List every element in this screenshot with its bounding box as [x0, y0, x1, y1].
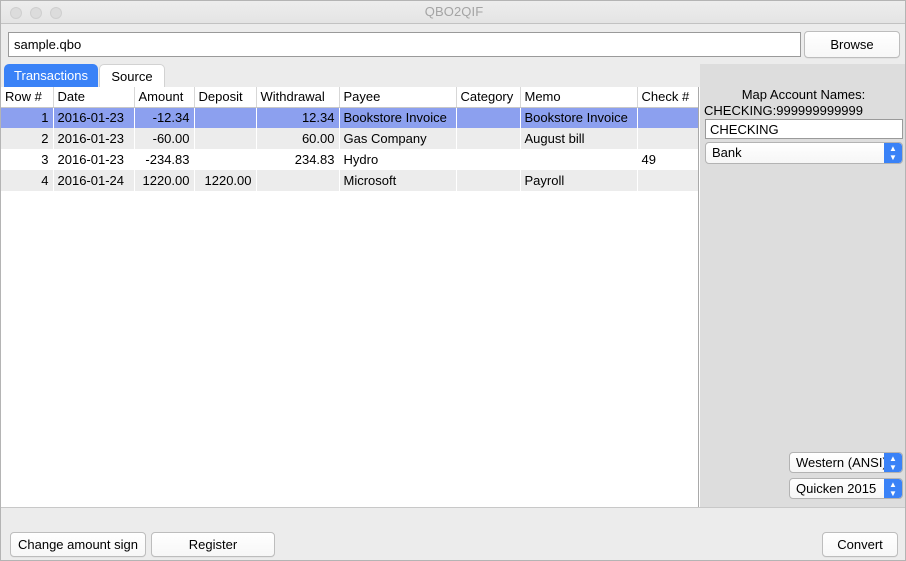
deposit-cell[interactable]: 1220.00 [194, 170, 256, 191]
payee-cell[interactable]: Gas Company [339, 128, 456, 149]
memo-cell[interactable] [520, 149, 637, 170]
tab-strip: Transactions Source [1, 64, 701, 87]
memo-cell[interactable]: Payroll [520, 170, 637, 191]
row-number-cell[interactable]: 1 [1, 107, 53, 128]
account-type-select[interactable]: Bank ▲▼ [705, 142, 903, 164]
table-row[interactable]: 12016-01-23-12.3412.34Bookstore InvoiceB… [1, 107, 698, 128]
amount-cell[interactable]: -234.83 [134, 149, 194, 170]
row-number-cell[interactable]: 2 [1, 128, 53, 149]
column-header-row-number[interactable]: Row # [1, 87, 53, 107]
map-account-name-input[interactable] [705, 119, 903, 139]
bottom-toolbar: Change amount sign Register Convert [1, 507, 906, 561]
date-cell[interactable]: 2016-01-24 [53, 170, 134, 191]
encoding-value: Western (ANSI) [796, 453, 887, 472]
payee-cell[interactable]: Bookstore Invoice [339, 107, 456, 128]
table-row[interactable]: 32016-01-23-234.83 234.83Hydro 49 [1, 149, 698, 170]
column-header-payee[interactable]: Payee [339, 87, 456, 107]
withdrawal-cell[interactable]: 234.83 [256, 149, 339, 170]
window-title: QBO2QIF [1, 1, 906, 23]
memo-cell[interactable]: Bookstore Invoice [520, 107, 637, 128]
change-amount-sign-button[interactable]: Change amount sign [10, 532, 146, 557]
column-header-date[interactable]: Date [53, 87, 134, 107]
browse-button[interactable]: Browse [804, 31, 900, 58]
withdrawal-cell[interactable]: 12.34 [256, 107, 339, 128]
importing-to-value: Quicken 2015 [796, 479, 876, 498]
table-row[interactable]: 42016-01-241220.001220.00MicrosoftPayrol… [1, 170, 698, 191]
check-number-cell[interactable] [637, 107, 698, 128]
tab-transactions[interactable]: Transactions [4, 64, 98, 87]
map-account-key-label: CHECKING:999999999999 [704, 103, 906, 118]
check-number-cell[interactable] [637, 128, 698, 149]
check-number-cell[interactable]: 49 [637, 149, 698, 170]
chevron-updown-icon: ▲▼ [884, 143, 902, 163]
row-number-cell[interactable]: 4 [1, 170, 53, 191]
column-header-memo[interactable]: Memo [520, 87, 637, 107]
chevron-updown-icon: ▲▼ [884, 479, 902, 498]
amount-cell[interactable]: -60.00 [134, 128, 194, 149]
date-cell[interactable]: 2016-01-23 [53, 149, 134, 170]
date-cell[interactable]: 2016-01-23 [53, 128, 134, 149]
register-button[interactable]: Register [151, 532, 275, 557]
encoding-select[interactable]: Western (ANSI) ▲▼ [789, 452, 903, 473]
table-header-row: Row # Date Amount Deposit Withdrawal Pay… [1, 87, 698, 107]
application-window: QBO2QIF Browse Transactions Source [0, 0, 906, 561]
withdrawal-cell[interactable] [256, 170, 339, 191]
category-cell[interactable] [456, 107, 520, 128]
check-number-cell[interactable] [637, 170, 698, 191]
column-header-amount[interactable]: Amount [134, 87, 194, 107]
map-account-names-title: Map Account Names: [700, 87, 906, 102]
category-cell[interactable] [456, 170, 520, 191]
column-header-category[interactable]: Category [456, 87, 520, 107]
account-type-value: Bank [712, 143, 742, 163]
payee-cell[interactable]: Microsoft [339, 170, 456, 191]
transactions-table: Row # Date Amount Deposit Withdrawal Pay… [1, 87, 699, 191]
convert-button[interactable]: Convert [822, 532, 898, 557]
row-number-cell[interactable]: 3 [1, 149, 53, 170]
column-header-withdrawal[interactable]: Withdrawal [256, 87, 339, 107]
memo-cell[interactable]: August bill [520, 128, 637, 149]
column-header-check-number[interactable]: Check # [637, 87, 698, 107]
deposit-cell[interactable] [194, 107, 256, 128]
table-row[interactable]: 22016-01-23-60.00 60.00Gas Company August … [1, 128, 698, 149]
importing-to-select[interactable]: Quicken 2015 ▲▼ [789, 478, 903, 499]
date-cell[interactable]: 2016-01-23 [53, 107, 134, 128]
withdrawal-cell[interactable]: 60.00 [256, 128, 339, 149]
column-header-deposit[interactable]: Deposit [194, 87, 256, 107]
file-selection-row: Browse [1, 24, 906, 64]
tab-source[interactable]: Source [99, 64, 165, 87]
map-account-panel: Map Account Names: CHECKING:999999999999… [700, 64, 906, 507]
window-titlebar: QBO2QIF [1, 1, 906, 24]
amount-cell[interactable]: -12.34 [134, 107, 194, 128]
table-body: 12016-01-23-12.3412.34Bookstore InvoiceB… [1, 107, 698, 191]
deposit-cell[interactable] [194, 149, 256, 170]
category-cell[interactable] [456, 149, 520, 170]
category-cell[interactable] [456, 128, 520, 149]
payee-cell[interactable]: Hydro [339, 149, 456, 170]
amount-cell[interactable]: 1220.00 [134, 170, 194, 191]
file-path-input[interactable] [8, 32, 801, 57]
deposit-cell[interactable] [194, 128, 256, 149]
transactions-table-area[interactable]: Row # Date Amount Deposit Withdrawal Pay… [1, 87, 699, 507]
chevron-updown-icon: ▲▼ [884, 453, 902, 472]
